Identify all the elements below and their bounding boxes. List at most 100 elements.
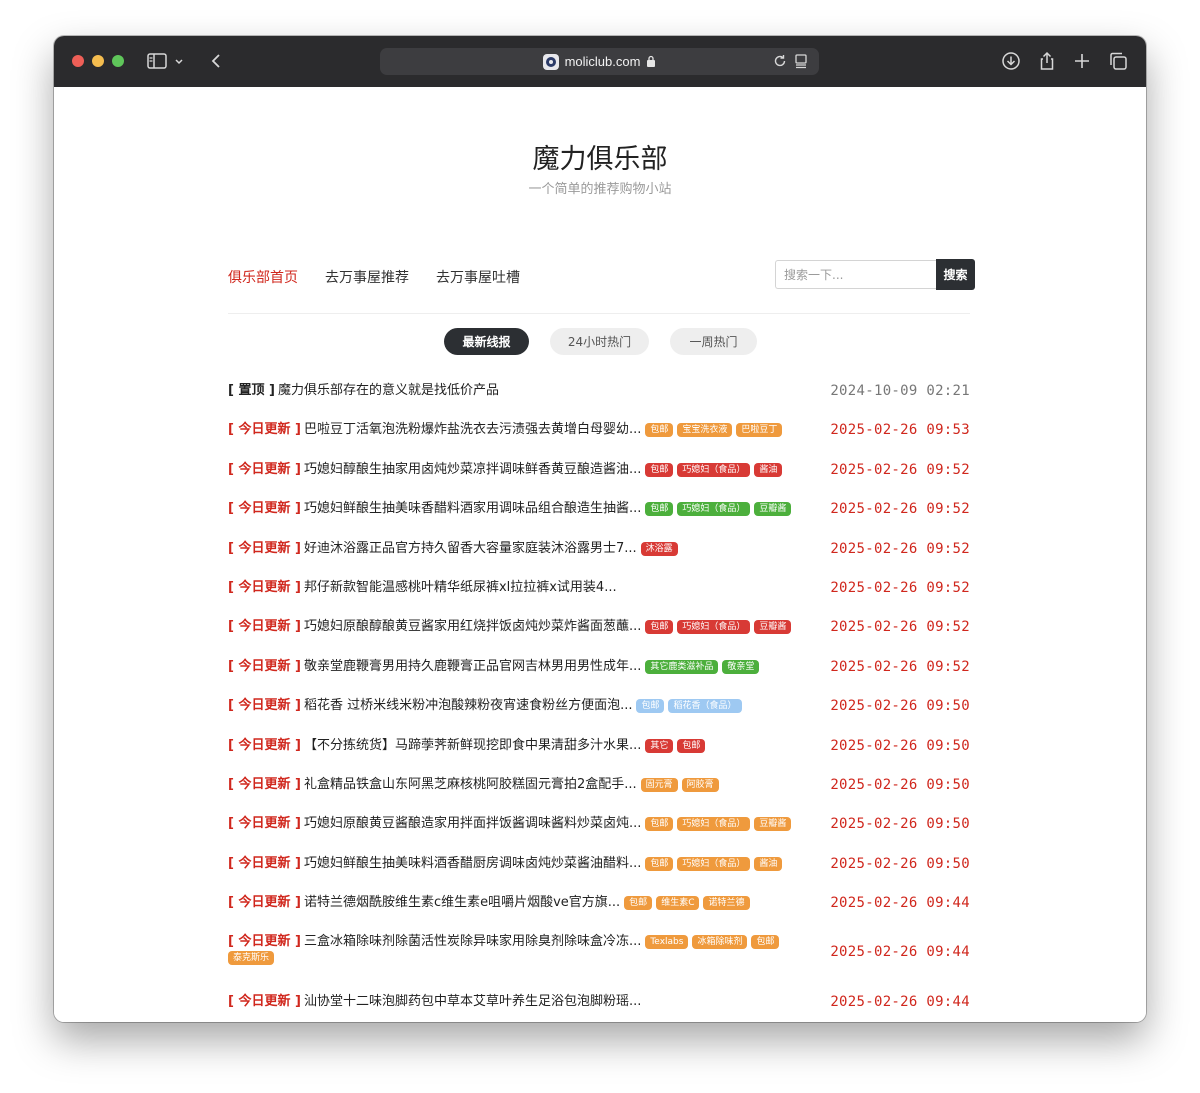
tab-24h-hot[interactable]: 24小时热门: [550, 328, 649, 355]
tag-badge[interactable]: 冰箱除味剂: [692, 935, 748, 950]
list-item[interactable]: [ 今日更新 ] 稻花香 过桥米线米粉冲泡酸辣粉夜宵速食粉丝方便面泡... 包邮 稻花…: [228, 686, 970, 725]
list-item[interactable]: [ 今日更新 ] 巧媳妇醇酿生抽家用卤炖炒菜凉拌调味鲜香黄豆酿造酱油... 包邮 巧媳…: [228, 450, 970, 489]
tag-badge[interactable]: 稻花香（食品）: [668, 699, 742, 714]
tag-badge[interactable]: 敬亲堂: [722, 659, 760, 674]
post-title-link[interactable]: 邦仔新款智能温感桃叶精华纸尿裤xl拉拉裤x试用装4...: [304, 580, 617, 595]
list-item[interactable]: [ 今日更新 ] 【不分拣统货】马蹄荸荠新鲜现挖即食中果清甜多汁水果... 其它 包邮…: [228, 726, 970, 765]
post-title-link[interactable]: 诺特兰德烟酰胺维生素c维生素e咀嚼片烟酸ve官方旗...: [304, 895, 620, 910]
post-time: 2025-02-26 09:50: [830, 816, 970, 833]
post-title-link[interactable]: 三盒冰箱除味剂除菌活性炭除异味家用除臭剂除味盒冷冻...: [304, 934, 641, 949]
browser-window: moliclub.com 魔力俱乐部 一个简单的推荐购物小站 俱乐部首页 去万事…: [54, 36, 1146, 1022]
sidebar-toggle-icon[interactable]: [146, 50, 168, 72]
back-arrow-icon[interactable]: [206, 50, 228, 72]
chevron-down-icon[interactable]: [172, 50, 186, 72]
post-title-link[interactable]: 敬亲堂鹿鞭膏男用持久鹿鞭膏正品官网吉林男用男性成年...: [304, 659, 641, 674]
post-time: 2025-02-26 09:52: [830, 619, 970, 636]
tag-badge[interactable]: 包邮: [636, 699, 665, 714]
tag-badge[interactable]: 阿胶膏: [681, 777, 719, 792]
tab-overview-icon[interactable]: [1107, 50, 1129, 72]
tag-badge[interactable]: 包邮: [645, 502, 674, 517]
tag-badge[interactable]: 泰克斯乐: [228, 951, 275, 966]
tag-badge[interactable]: 包邮: [645, 620, 674, 635]
tag-badge[interactable]: 沐浴露: [640, 541, 678, 556]
zoom-window-button[interactable]: [112, 55, 124, 67]
site-favicon-icon: [542, 53, 559, 70]
tag-badge[interactable]: 巧媳妇（食品）: [677, 856, 751, 871]
list-item[interactable]: [ 今日更新 ] 邦仔新款智能温感桃叶精华纸尿裤xl拉拉裤x试用装4... 2025…: [228, 568, 970, 607]
post-main: [ 今日更新 ] 巴啦豆丁活氧泡洗粉爆炸盐洗衣去污渍强去黄增白母婴幼... 包邮 宝宝…: [228, 422, 818, 438]
list-item[interactable]: [ 今日更新 ] 巧媳妇原酿醇酿黄豆酱家用红烧拌饭卤炖炒菜炸酱面葱蘸... 包邮 巧媳…: [228, 607, 970, 646]
tag-badge[interactable]: 其它: [645, 738, 674, 753]
tag-badge[interactable]: 酱油: [754, 462, 783, 477]
list-item[interactable]: [ 今日更新 ] 汕协堂十二味泡脚药包中草本艾草叶养生足浴包泡脚粉瑶... 2025…: [228, 982, 970, 1021]
tag-badge[interactable]: 其它鹿类滋补品: [645, 659, 719, 674]
list-item[interactable]: [ 今日更新 ] 巧媳妇鲜酿生抽美味料酒香醋厨房调味卤炖炒菜酱油醋料... 包邮 巧媳…: [228, 844, 970, 883]
address-bar[interactable]: moliclub.com: [380, 48, 819, 75]
download-icon[interactable]: [1000, 50, 1022, 72]
tab-latest[interactable]: 最新线报: [444, 328, 529, 355]
minimize-window-button[interactable]: [92, 55, 104, 67]
post-title-link[interactable]: 礼盒精品铁盒山东阿黑芝麻核桃阿胶糕固元膏拍2盒配手...: [304, 777, 637, 792]
tag-badge[interactable]: 诺特兰德: [703, 896, 750, 911]
search-form: 搜索: [775, 259, 976, 291]
post-time: 2025-02-26 09:52: [830, 501, 970, 518]
list-item[interactable]: [ 今日更新 ] 敬亲堂鹿鞭膏男用持久鹿鞭膏正品官网吉林男用男性成年... 其它鹿类…: [228, 647, 970, 686]
post-title-link[interactable]: 巧媳妇原酿醇酿黄豆酱家用红烧拌饭卤炖炒菜炸酱面葱蘸...: [304, 619, 641, 634]
tag-badge[interactable]: 包邮: [751, 935, 780, 950]
tag-badge[interactable]: 包邮: [645, 423, 674, 438]
tag-badge[interactable]: 巴啦豆丁: [736, 423, 783, 438]
reload-icon[interactable]: [772, 53, 788, 73]
list-item[interactable]: [ 今日更新 ] 好迪沐浴露正品官方持久留香大容量家庭装沐浴露男士7... 沐浴露 2…: [228, 529, 970, 568]
today-update-label: [ 今日更新 ]: [228, 816, 301, 832]
nav-item-recommend[interactable]: 去万事屋推荐: [325, 267, 409, 287]
site-title[interactable]: 魔力俱乐部: [54, 137, 1146, 176]
nav-item-home[interactable]: 俱乐部首页: [228, 267, 298, 287]
close-window-button[interactable]: [72, 55, 84, 67]
today-update-label: [ 今日更新 ]: [228, 658, 301, 674]
post-title-link[interactable]: 好迪沐浴露正品官方持久留香大容量家庭装沐浴露男士7...: [304, 541, 637, 556]
tag-badge[interactable]: 豆瓣酱: [754, 620, 792, 635]
divider: [228, 313, 970, 314]
tag-badge[interactable]: 巧媳妇（食品）: [677, 502, 751, 517]
post-title-link[interactable]: 汕协堂十二味泡脚药包中草本艾草叶养生足浴包泡脚粉瑶...: [304, 994, 641, 1009]
post-title-link[interactable]: 巧媳妇鲜酿生抽美味料酒香醋厨房调味卤炖炒菜酱油醋料...: [304, 856, 641, 871]
share-icon[interactable]: [1036, 50, 1058, 72]
tag-badge[interactable]: 酱油: [754, 856, 783, 871]
list-item[interactable]: [ 今日更新 ] 巧媳妇鲜酿生抽美味香醋料酒家用调味品组合酿造生抽酱... 包邮 巧媳…: [228, 489, 970, 528]
tab-week-hot[interactable]: 一周热门: [670, 328, 757, 355]
tag-badge[interactable]: 包邮: [645, 817, 674, 832]
reader-mode-icon[interactable]: [793, 53, 809, 73]
tag-badge[interactable]: 包邮: [624, 896, 653, 911]
tag-badge[interactable]: 巧媳妇（食品）: [677, 817, 751, 832]
tag-badge[interactable]: 维生素C: [656, 896, 700, 911]
new-tab-icon[interactable]: [1071, 50, 1093, 72]
post-title-link[interactable]: 稻花香 过桥米线米粉冲泡酸辣粉夜宵速食粉丝方便面泡...: [304, 698, 633, 713]
today-update-label: [ 今日更新 ]: [228, 934, 301, 950]
tag-badge[interactable]: 豆瓣酱: [754, 817, 792, 832]
search-button[interactable]: 搜索: [936, 259, 975, 290]
post-title-link[interactable]: 巴啦豆丁活氧泡洗粉爆炸盐洗衣去污渍强去黄增白母婴幼...: [304, 422, 641, 437]
tag-badge[interactable]: 豆瓣酱: [754, 502, 792, 517]
search-input[interactable]: [775, 260, 936, 289]
post-title-link[interactable]: 魔力俱乐部存在的意义就是找低价产品: [278, 383, 499, 398]
post-title-link[interactable]: 【不分拣统货】马蹄荸荠新鲜现挖即食中果清甜多汁水果...: [304, 738, 641, 753]
post-title-link[interactable]: 巧媳妇原酿黄豆酱酿造家用拌面拌饭酱调味酱料炒菜卤炖...: [304, 816, 641, 831]
tag-badge[interactable]: Texlabs: [645, 935, 689, 950]
tag-badge[interactable]: 包邮: [645, 462, 674, 477]
list-item[interactable]: [ 今日更新 ] 三盒冰箱除味剂除菌活性炭除异味家用除臭剂除味盒冷冻... Texl…: [228, 922, 970, 982]
list-item[interactable]: [ 置顶 ] 魔力俱乐部存在的意义就是找低价产品 2024-10-09 02:21: [228, 371, 970, 410]
tag-badge[interactable]: 包邮: [645, 856, 674, 871]
list-item[interactable]: [ 今日更新 ] 巧媳妇原酿黄豆酱酿造家用拌面拌饭酱调味酱料炒菜卤炖... 包邮 巧媳…: [228, 804, 970, 843]
nav-item-complain[interactable]: 去万事屋吐槽: [436, 267, 520, 287]
tag-badge[interactable]: 固元膏: [640, 777, 678, 792]
list-item[interactable]: [ 今日更新 ] 礼盒精品铁盒山东阿黑芝麻核桃阿胶糕固元膏拍2盒配手... 固元膏阿…: [228, 765, 970, 804]
tag-badge[interactable]: 宝宝洗衣液: [677, 423, 733, 438]
tag-badge[interactable]: 包邮: [677, 738, 706, 753]
tag-badge[interactable]: 巧媳妇（食品）: [677, 462, 751, 477]
post-title-link[interactable]: 巧媳妇鲜酿生抽美味香醋料酒家用调味品组合酿造生抽酱...: [304, 501, 641, 516]
list-item[interactable]: [ 今日更新 ] 巴啦豆丁活氧泡洗粉爆炸盐洗衣去污渍强去黄增白母婴幼... 包邮 宝宝…: [228, 410, 970, 449]
post-main: [ 今日更新 ] 【不分拣统货】马蹄荸荠新鲜现挖即食中果清甜多汁水果... 其它 包邮: [228, 738, 818, 754]
tag-badge[interactable]: 巧媳妇（食品）: [677, 620, 751, 635]
post-title-link[interactable]: 巧媳妇醇酿生抽家用卤炖炒菜凉拌调味鲜香黄豆酿造酱油...: [304, 462, 641, 477]
list-item[interactable]: [ 今日更新 ] 诺特兰德烟酰胺维生素c维生素e咀嚼片烟酸ve官方旗... 包邮 维生…: [228, 883, 970, 922]
